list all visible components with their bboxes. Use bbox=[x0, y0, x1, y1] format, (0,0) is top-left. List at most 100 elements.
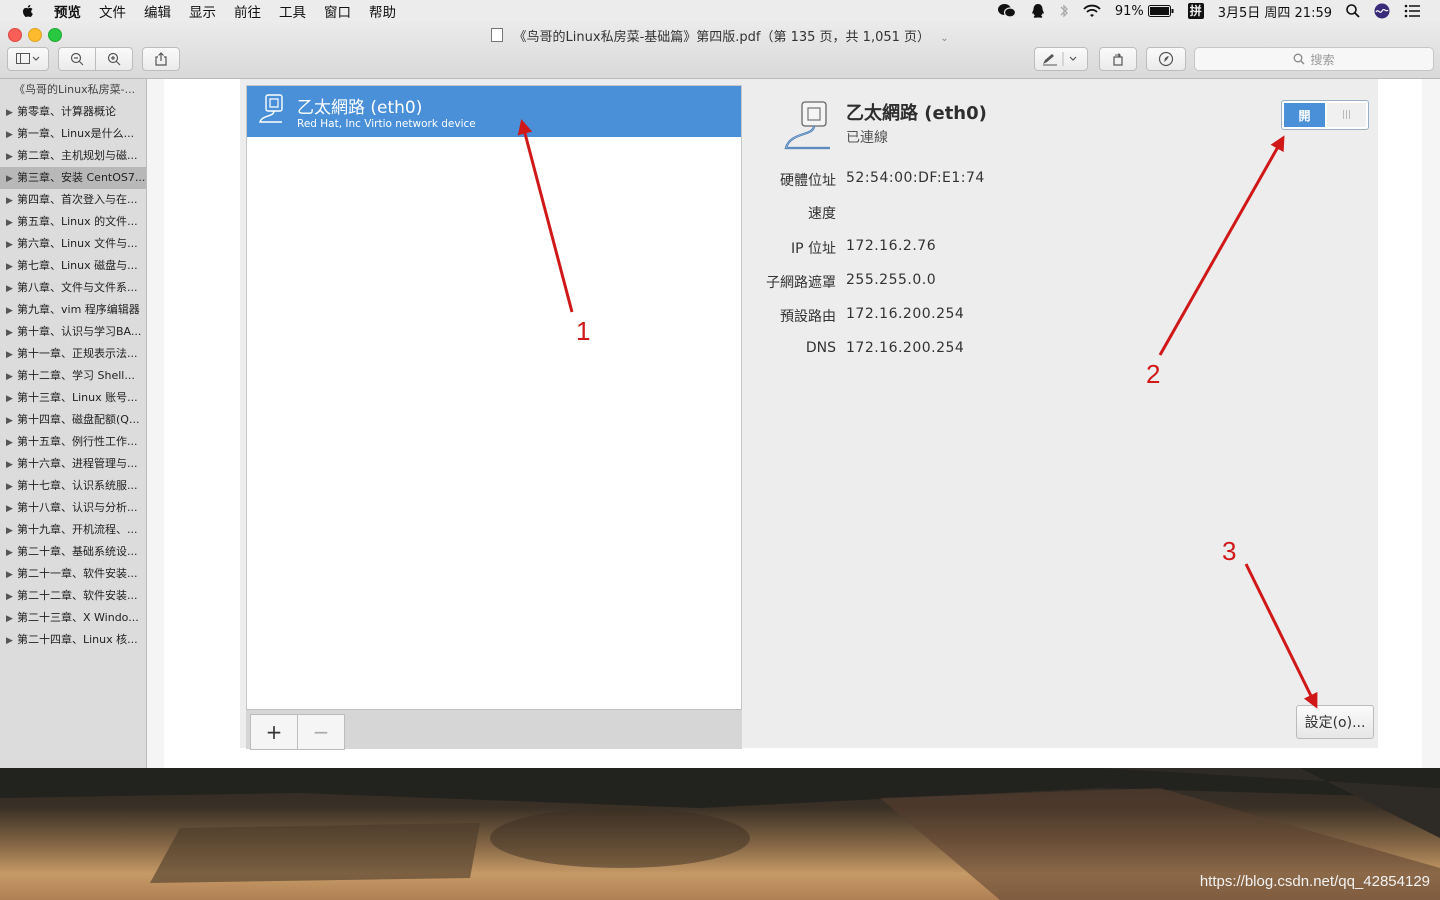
toc-item[interactable]: ▶ 第二十一章、软件安装... bbox=[0, 563, 146, 585]
toc-item-label: 第六章、Linux 文件与... bbox=[17, 237, 138, 250]
disclosure-triangle-icon[interactable]: ▶ bbox=[6, 344, 17, 365]
toc-item[interactable]: ▶ 第一章、Linux是什么... bbox=[0, 123, 146, 145]
toc-item[interactable]: ▶ 第十五章、例行性工作... bbox=[0, 431, 146, 453]
zoom-out-button[interactable] bbox=[58, 47, 96, 71]
annotate-button[interactable] bbox=[1146, 47, 1186, 71]
switch-knob[interactable]: ||| bbox=[1327, 103, 1366, 127]
toc-item-label: 第二章、主机规划与磁... bbox=[17, 149, 138, 162]
siri-icon[interactable] bbox=[1374, 3, 1390, 19]
markup-button[interactable] bbox=[1034, 47, 1088, 71]
disclosure-triangle-icon[interactable]: ▶ bbox=[6, 278, 17, 299]
toc-item[interactable]: ▶ 第二十四章、Linux 核... bbox=[0, 629, 146, 651]
toc-item[interactable]: ▶ 第十二章、学习 Shell... bbox=[0, 365, 146, 387]
menu-file[interactable]: 文件 bbox=[99, 1, 126, 21]
notification-center-icon[interactable] bbox=[1404, 4, 1420, 18]
battery-icon[interactable] bbox=[1147, 5, 1174, 17]
disclosure-triangle-icon[interactable]: ▶ bbox=[6, 410, 17, 431]
clock[interactable]: 3月5日 周四 21:59 bbox=[1218, 2, 1332, 21]
document-view[interactable]: 乙太網路 (eth0) Red Hat, Inc Virtio network … bbox=[147, 79, 1440, 768]
zoom-in-button[interactable] bbox=[95, 47, 133, 71]
share-button[interactable] bbox=[142, 47, 180, 71]
disclosure-triangle-icon[interactable]: ▶ bbox=[6, 432, 17, 453]
toc-item[interactable]: ▶ 第七章、Linux 磁盘与... bbox=[0, 255, 146, 277]
wifi-icon[interactable] bbox=[1083, 4, 1101, 18]
apple-menu-icon[interactable] bbox=[20, 3, 36, 19]
toc-item[interactable]: ▶ 第二章、主机规划与磁... bbox=[0, 145, 146, 167]
ethernet-device-icon bbox=[259, 94, 283, 123]
toc-item[interactable]: ▶ 第六章、Linux 文件与... bbox=[0, 233, 146, 255]
toc-item[interactable]: ▶ 第十八章、认识与分析... bbox=[0, 497, 146, 519]
toc-item-label: 第五章、Linux 的文件... bbox=[17, 215, 138, 228]
toc-item[interactable]: ▶ 第九章、vim 程序编辑器 bbox=[0, 299, 146, 321]
disclosure-triangle-icon[interactable]: ▶ bbox=[6, 454, 17, 475]
toc-item[interactable]: ▶ 第十四章、磁盘配额(Q... bbox=[0, 409, 146, 431]
disclosure-triangle-icon[interactable]: ▶ bbox=[6, 388, 17, 409]
toc-item[interactable]: ▶ 第二十三章、X Windo... bbox=[0, 607, 146, 629]
disclosure-triangle-icon[interactable]: ▶ bbox=[6, 212, 17, 233]
toc-item[interactable]: ▶ 第十七章、认识系统服... bbox=[0, 475, 146, 497]
disclosure-triangle-icon[interactable]: ▶ bbox=[6, 234, 17, 255]
network-device-item-eth0[interactable]: 乙太網路 (eth0) Red Hat, Inc Virtio network … bbox=[247, 86, 741, 137]
disclosure-triangle-icon[interactable]: ▶ bbox=[6, 190, 17, 211]
qq-icon[interactable] bbox=[1031, 3, 1045, 19]
disclosure-triangle-icon[interactable]: ▶ bbox=[6, 300, 17, 321]
rotate-icon bbox=[1113, 53, 1123, 66]
input-method-label: 拼 bbox=[1187, 3, 1204, 19]
sidebar-view-button[interactable] bbox=[7, 47, 49, 71]
pdf-file-icon bbox=[491, 28, 504, 42]
toc-item[interactable]: ▶ 第十三章、Linux 账号... bbox=[0, 387, 146, 409]
disclosure-triangle-icon[interactable]: ▶ bbox=[6, 586, 17, 607]
disclosure-triangle-icon[interactable]: ▶ bbox=[6, 146, 17, 167]
disclosure-triangle-icon[interactable]: ▶ bbox=[6, 102, 17, 123]
toc-item[interactable]: ▶ 第零章、计算器概论 bbox=[0, 101, 146, 123]
input-method-icon[interactable]: 拼 bbox=[1187, 3, 1204, 19]
disclosure-triangle-icon[interactable]: ▶ bbox=[6, 498, 17, 519]
menu-help[interactable]: 帮助 bbox=[369, 1, 396, 21]
detail-row-mac: 硬體位址 52:54:00:DF:E1:74 bbox=[740, 170, 1340, 192]
disclosure-triangle-icon[interactable]: ▶ bbox=[6, 564, 17, 585]
disclosure-triangle-icon[interactable]: ▶ bbox=[6, 476, 17, 497]
toc-item[interactable]: ▶ 第二十章、基础系统设... bbox=[0, 541, 146, 563]
toc-item[interactable]: ▶ 第八章、文件与文件系... bbox=[0, 277, 146, 299]
window-title[interactable]: 《鸟哥的Linux私房菜-基础篇》第四版.pdf（第 135 页，共 1,051… bbox=[514, 30, 931, 45]
menu-tools[interactable]: 工具 bbox=[279, 1, 306, 21]
toc-item-label: 第十八章、认识与分析... bbox=[17, 501, 138, 514]
toc-item[interactable]: ▶ 第二十二章、软件安装... bbox=[0, 585, 146, 607]
disclosure-triangle-icon[interactable]: ▶ bbox=[6, 608, 17, 629]
disclosure-triangle-icon[interactable]: ▶ bbox=[6, 520, 17, 541]
wechat-icon[interactable] bbox=[997, 3, 1017, 19]
menu-edit[interactable]: 编辑 bbox=[144, 1, 171, 21]
menu-preview[interactable]: 预览 bbox=[54, 1, 81, 21]
toc-item[interactable]: ▶ 第十九章、开机流程、... bbox=[0, 519, 146, 541]
disclosure-triangle-icon[interactable]: ▶ bbox=[6, 630, 17, 651]
title-chevron-down-icon[interactable]: ⌄ bbox=[940, 33, 948, 44]
disclosure-triangle-icon[interactable]: ▶ bbox=[6, 542, 17, 563]
disclosure-triangle-icon[interactable]: ▶ bbox=[6, 124, 17, 145]
spotlight-search-icon[interactable] bbox=[1346, 4, 1360, 18]
menu-window[interactable]: 窗口 bbox=[324, 1, 351, 21]
rotate-button[interactable] bbox=[1099, 47, 1137, 71]
toc-item-label: 第九章、vim 程序编辑器 bbox=[17, 303, 140, 316]
settings-button[interactable]: 設定(o)... bbox=[1296, 705, 1374, 739]
disclosure-triangle-icon[interactable]: ▶ bbox=[6, 366, 17, 387]
toc-item[interactable]: ▶ 第十章、认识与学习BA... bbox=[0, 321, 146, 343]
toc-item[interactable]: ▶ 第三章、安装 CentOS7... bbox=[0, 167, 146, 189]
toc-item[interactable]: ▶ 第四章、首次登入与在... bbox=[0, 189, 146, 211]
toc-item[interactable]: ▶ 第十一章、正规表示法... bbox=[0, 343, 146, 365]
disclosure-triangle-icon[interactable]: ▶ bbox=[6, 256, 17, 277]
pdf-page: 乙太網路 (eth0) Red Hat, Inc Virtio network … bbox=[164, 79, 1422, 768]
disclosure-triangle-icon[interactable]: ▶ bbox=[6, 322, 17, 343]
toc-document-title[interactable]: 《鸟哥的Linux私房菜-... bbox=[0, 79, 146, 101]
toc-item-label: 第十七章、认识系统服... bbox=[17, 479, 138, 492]
search-input[interactable]: 搜索 bbox=[1194, 47, 1434, 71]
add-connection-button[interactable]: + bbox=[250, 714, 298, 750]
toc-item[interactable]: ▶ 第五章、Linux 的文件... bbox=[0, 211, 146, 233]
remove-connection-button[interactable]: − bbox=[297, 714, 345, 750]
menu-go[interactable]: 前往 bbox=[234, 1, 261, 21]
bluetooth-icon[interactable] bbox=[1059, 3, 1069, 19]
menu-view[interactable]: 显示 bbox=[189, 1, 216, 21]
netmask-value: 255.255.0.0 bbox=[846, 272, 937, 288]
disclosure-triangle-icon[interactable]: ▶ bbox=[6, 168, 17, 189]
toc-item[interactable]: ▶ 第十六章、进程管理与... bbox=[0, 453, 146, 475]
connection-toggle-switch[interactable]: 開 ||| bbox=[1281, 100, 1369, 130]
